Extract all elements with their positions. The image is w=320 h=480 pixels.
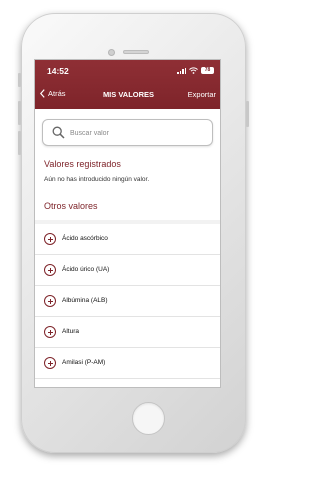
back-label: Atrás <box>48 89 66 98</box>
page-title: MIS VALORES <box>102 90 155 99</box>
signal-icon <box>177 67 186 74</box>
empty-state-message: Aún no has introducido ningún valor. <box>44 176 150 183</box>
volume-up-button <box>18 101 21 125</box>
list-item-label: Altura <box>62 328 79 335</box>
chevron-left-icon <box>40 89 45 98</box>
add-circle-icon[interactable] <box>44 357 56 369</box>
add-circle-icon[interactable] <box>44 233 56 245</box>
status-icons: 78 <box>177 67 214 74</box>
list-item-label: Amilasi (P-AM) <box>62 359 106 366</box>
list-item[interactable]: Ácido úrico (UA) <box>35 255 220 286</box>
status-time: 14:52 <box>47 66 69 76</box>
search-box[interactable] <box>42 119 213 146</box>
add-circle-icon[interactable] <box>44 264 56 276</box>
mute-switch <box>18 73 21 87</box>
list-item-label: Ácido ascórbico <box>62 235 108 242</box>
battery-icon: 78 <box>201 67 214 74</box>
earpiece-speaker <box>123 50 149 54</box>
registered-values-section: Valores registrados Aún no has introduci… <box>35 154 220 189</box>
add-circle-icon[interactable] <box>44 326 56 338</box>
status-bar: 14:52 78 <box>35 66 220 78</box>
nav-bar: Atrás MIS VALORES Exportar <box>35 87 220 103</box>
home-button[interactable] <box>132 402 165 435</box>
app-header: 14:52 78 Atrás MIS VALORES Exportar <box>35 60 220 109</box>
list-item[interactable]: Ácido ascórbico <box>35 224 220 255</box>
list-item[interactable]: Albúmina (ALB) <box>35 286 220 317</box>
export-button[interactable]: Exportar <box>188 90 216 99</box>
values-list: Ácido ascórbico Ácido úrico (UA) Albúmin… <box>35 220 220 387</box>
list-item-label: Albúmina (ALB) <box>62 297 108 304</box>
list-item[interactable]: Altura <box>35 317 220 348</box>
power-button <box>246 101 249 127</box>
search-area <box>35 109 220 154</box>
app-screen: 14:52 78 Atrás MIS VALORES Exportar Busc… <box>34 59 221 388</box>
volume-down-button <box>18 131 21 155</box>
search-icon <box>52 126 65 139</box>
other-values-header: Otros valores <box>35 189 220 220</box>
list-item[interactable] <box>35 379 220 387</box>
wifi-icon <box>189 67 198 74</box>
list-item[interactable]: Amilasi (P-AM) <box>35 348 220 379</box>
back-button[interactable]: Atrás <box>40 89 66 98</box>
list-item-label: Ácido úrico (UA) <box>62 266 110 273</box>
other-values-title: Otros valores <box>44 201 98 211</box>
add-circle-icon[interactable] <box>44 295 56 307</box>
registered-values-title: Valores registrados <box>44 159 121 169</box>
search-input[interactable] <box>70 126 205 140</box>
front-camera <box>108 49 115 56</box>
